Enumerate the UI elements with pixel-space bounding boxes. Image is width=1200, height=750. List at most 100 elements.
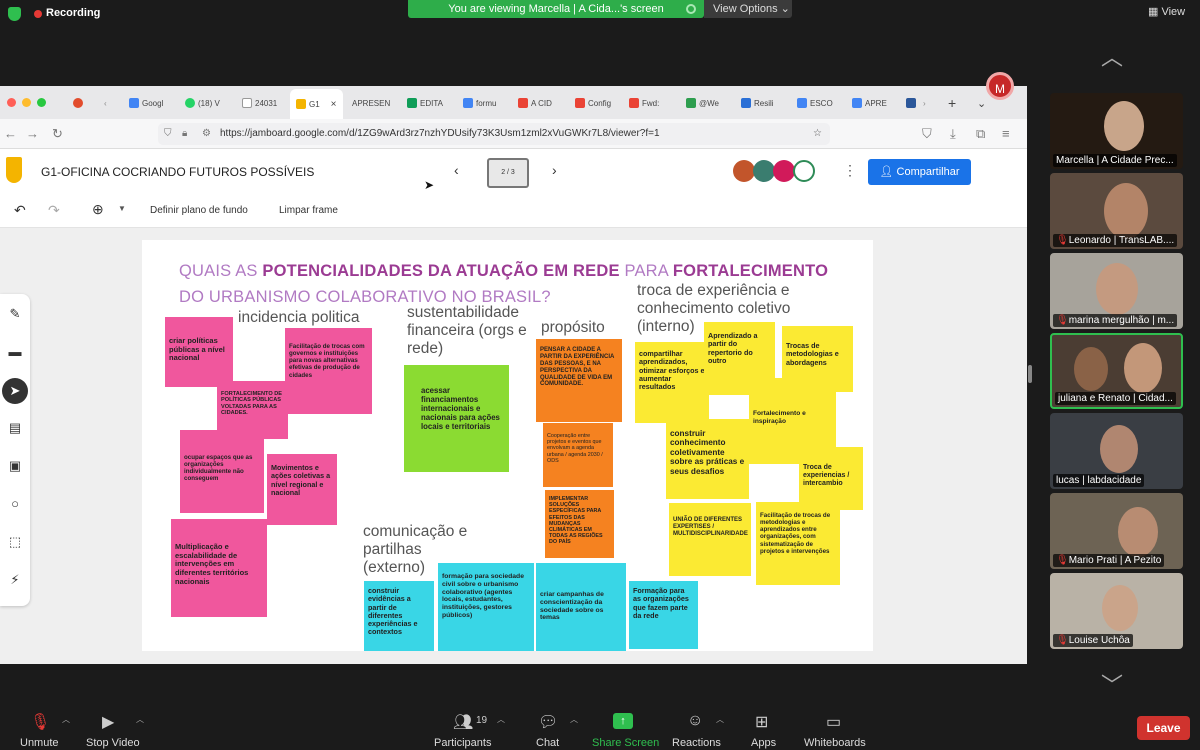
sticky-note[interactable]: Facilitação de trocas com governos e ins… — [285, 328, 372, 414]
sticky-note[interactable]: construir conhecimento coletivamente sob… — [666, 419, 749, 499]
pocket-icon[interactable]: ⛉ — [922, 126, 932, 142]
apps-button[interactable]: Apps — [751, 737, 776, 749]
next-frame-icon[interactable]: › — [552, 162, 557, 178]
sticky-note[interactable]: Movimentos e ações coletivas a nível reg… — [267, 454, 337, 525]
scroll-up-icon[interactable]: ︿ — [1101, 40, 1123, 72]
forward-icon[interactable]: → — [26, 126, 39, 141]
address-bar[interactable]: ⛉ 🔒︎ ⚙ https://jamboard.google.com/d/1ZG… — [158, 123, 830, 145]
unmute-button[interactable]: Unmute — [20, 737, 59, 749]
whiteboard-icon[interactable]: ▭ — [826, 712, 841, 732]
sticky-note[interactable]: construir evidências a partir de diferen… — [364, 581, 434, 651]
sticky-note[interactable]: UNIÃO DE DIFERENTES EXPERTISES / MULTIDI… — [669, 503, 751, 576]
more-options-icon[interactable]: ⋮ — [843, 162, 857, 179]
zoom-icon[interactable]: ⊕ — [92, 201, 104, 218]
scroll-down-icon[interactable]: ﹀ — [1101, 668, 1123, 700]
browser-tab-active[interactable]: G1 × — [290, 89, 343, 119]
participant-video-active-speaker[interactable]: juliana e Renato | Cidad... — [1050, 333, 1183, 409]
share-screen-icon[interactable]: ↑ — [613, 713, 633, 729]
new-tab-icon[interactable]: + — [948, 95, 956, 111]
circle-icon[interactable]: ○ — [7, 496, 23, 512]
tab-list-icon[interactable]: ⌄ — [977, 95, 986, 111]
stop-video-button[interactable]: Stop Video — [86, 737, 140, 749]
redo-icon[interactable]: ↷ — [48, 202, 60, 219]
browser-tab[interactable] — [906, 95, 916, 111]
frame-navigator[interactable]: 2 / 3 — [487, 158, 529, 188]
video-camera-icon[interactable]: ▶ — [102, 712, 114, 732]
participants-caret-icon[interactable]: ︿ — [497, 714, 505, 725]
tab-scroll-right-icon[interactable]: › — [923, 95, 926, 111]
browser-tab[interactable]: APRESEN — [352, 95, 390, 111]
sticky-note[interactable]: PENSAR A CIDADE A PARTIR DA EXPERIÊNCIA … — [536, 339, 622, 422]
reactions-button[interactable]: Reactions — [672, 737, 721, 749]
share-screen-button[interactable]: Share Screen — [592, 737, 659, 749]
eraser-icon[interactable]: ▬ — [7, 344, 23, 360]
sticky-note[interactable]: ocupar espaços que as organizações indiv… — [180, 430, 264, 513]
apps-icon[interactable]: ⊞ — [755, 712, 768, 732]
chat-button[interactable]: Chat — [536, 737, 559, 749]
browser-tab[interactable]: A CID — [518, 95, 552, 111]
sticky-note[interactable]: criar políticas públicas a nível naciona… — [165, 317, 233, 387]
sticky-note[interactable]: Facilitação de trocas de metodologias e … — [756, 502, 840, 585]
close-window-icon[interactable] — [7, 98, 16, 107]
reload-icon[interactable]: ↻ — [52, 126, 63, 142]
undo-icon[interactable]: ↶ — [14, 202, 26, 219]
browser-tab[interactable]: EDITA — [407, 95, 443, 111]
video-options-caret-icon[interactable]: ︿ — [136, 714, 144, 725]
leave-button[interactable]: Leave — [1137, 716, 1190, 740]
browser-tab[interactable] — [73, 95, 83, 111]
chat-icon[interactable]: 💬︎ — [538, 712, 558, 732]
set-background-button[interactable]: Definir plano de fundo — [150, 205, 248, 216]
clear-frame-button[interactable]: Limpar frame — [279, 205, 338, 216]
sticky-note[interactable]: Cooperação entre projetos e eventos que … — [543, 423, 613, 487]
audio-options-caret-icon[interactable]: ︿ — [62, 714, 70, 725]
image-icon[interactable]: ▣ — [7, 458, 23, 474]
whiteboards-button[interactable]: Whiteboards — [804, 737, 866, 749]
participant-video[interactable]: 🎙︎Mario Prati | A Pezito — [1050, 493, 1183, 569]
previous-frame-icon[interactable]: ‹ — [454, 162, 459, 178]
browser-tab[interactable]: ESCO — [797, 95, 833, 111]
sticky-note[interactable]: Multiplicação e escalabilidade de interv… — [171, 519, 267, 617]
reactions-caret-icon[interactable]: ︿ — [716, 714, 724, 725]
browser-tab[interactable]: (18) V — [185, 95, 220, 111]
browser-tab[interactable]: Googl — [129, 95, 163, 111]
browser-tab[interactable]: @We — [686, 95, 719, 111]
participant-video[interactable]: Marcella | A Cidade Prec... — [1050, 93, 1183, 169]
browser-tab[interactable]: Config — [575, 95, 611, 111]
share-button[interactable]: 👤︎ Compartilhar — [868, 159, 971, 185]
bookmark-star-icon[interactable]: ☆ — [813, 123, 822, 145]
sticky-note[interactable]: criar campanhas de conscientização da so… — [536, 563, 626, 651]
view-options-button[interactable]: View Options ⌄ — [704, 0, 792, 18]
security-shield-icon[interactable] — [8, 7, 21, 21]
reactions-icon[interactable]: ☺ — [687, 712, 703, 730]
sticky-note[interactable]: Formação para as organizações que fazem … — [629, 581, 698, 649]
participant-video[interactable]: lucas | labdacidade — [1050, 413, 1183, 489]
browser-tab[interactable]: Resili — [741, 95, 774, 111]
back-icon[interactable]: ← — [4, 126, 17, 141]
zoom-dropdown-icon[interactable]: ▼ — [118, 204, 126, 213]
menu-icon[interactable]: ≡ — [1002, 126, 1010, 141]
panel-resize-handle[interactable] — [1028, 365, 1032, 383]
participant-video[interactable]: 🎙︎Leonardo | TransLAB.... — [1050, 173, 1183, 249]
select-icon[interactable]: ➤ — [2, 378, 28, 404]
sticky-note[interactable]: compartilhar aprendizados, otimizar esfo… — [635, 342, 709, 423]
participant-video[interactable]: 🎙︎marina mergulhão | m... — [1050, 253, 1183, 329]
download-icon[interactable]: ⤓ — [950, 126, 956, 142]
participant-video[interactable]: 🎙︎Louise Uchôa — [1050, 573, 1183, 649]
board-title[interactable]: G1-OFICINA COCRIANDO FUTUROS POSSÍVEIS — [41, 165, 314, 179]
participants-button[interactable]: Participants — [434, 737, 491, 749]
muted-microphone-icon[interactable]: 🎙︎ — [30, 712, 50, 732]
participants-icon[interactable]: 👥︎ — [453, 712, 473, 732]
close-tab-icon[interactable]: × — [331, 99, 337, 110]
browser-tab[interactable]: APRE — [852, 95, 887, 111]
sticky-note[interactable]: acessar financiamentos internacionais e … — [404, 365, 509, 472]
browser-tab[interactable]: 24031 — [242, 95, 277, 111]
user-avatar[interactable]: M — [986, 72, 1014, 100]
sticky-note[interactable]: formação para sociedade civil sobre o ur… — [438, 563, 534, 651]
maximize-window-icon[interactable] — [37, 98, 46, 107]
pen-icon[interactable]: ✎ — [7, 306, 23, 322]
browser-tab[interactable]: Fwd: — [629, 95, 659, 111]
sticky-note[interactable]: IMPLEMENTAR SOLUÇÕES ESPECÍFICAS PARA EF… — [545, 490, 614, 558]
browser-tab[interactable]: formu — [463, 95, 496, 111]
minimize-window-icon[interactable] — [22, 98, 31, 107]
laser-icon[interactable]: ⚡︎ — [7, 572, 23, 588]
